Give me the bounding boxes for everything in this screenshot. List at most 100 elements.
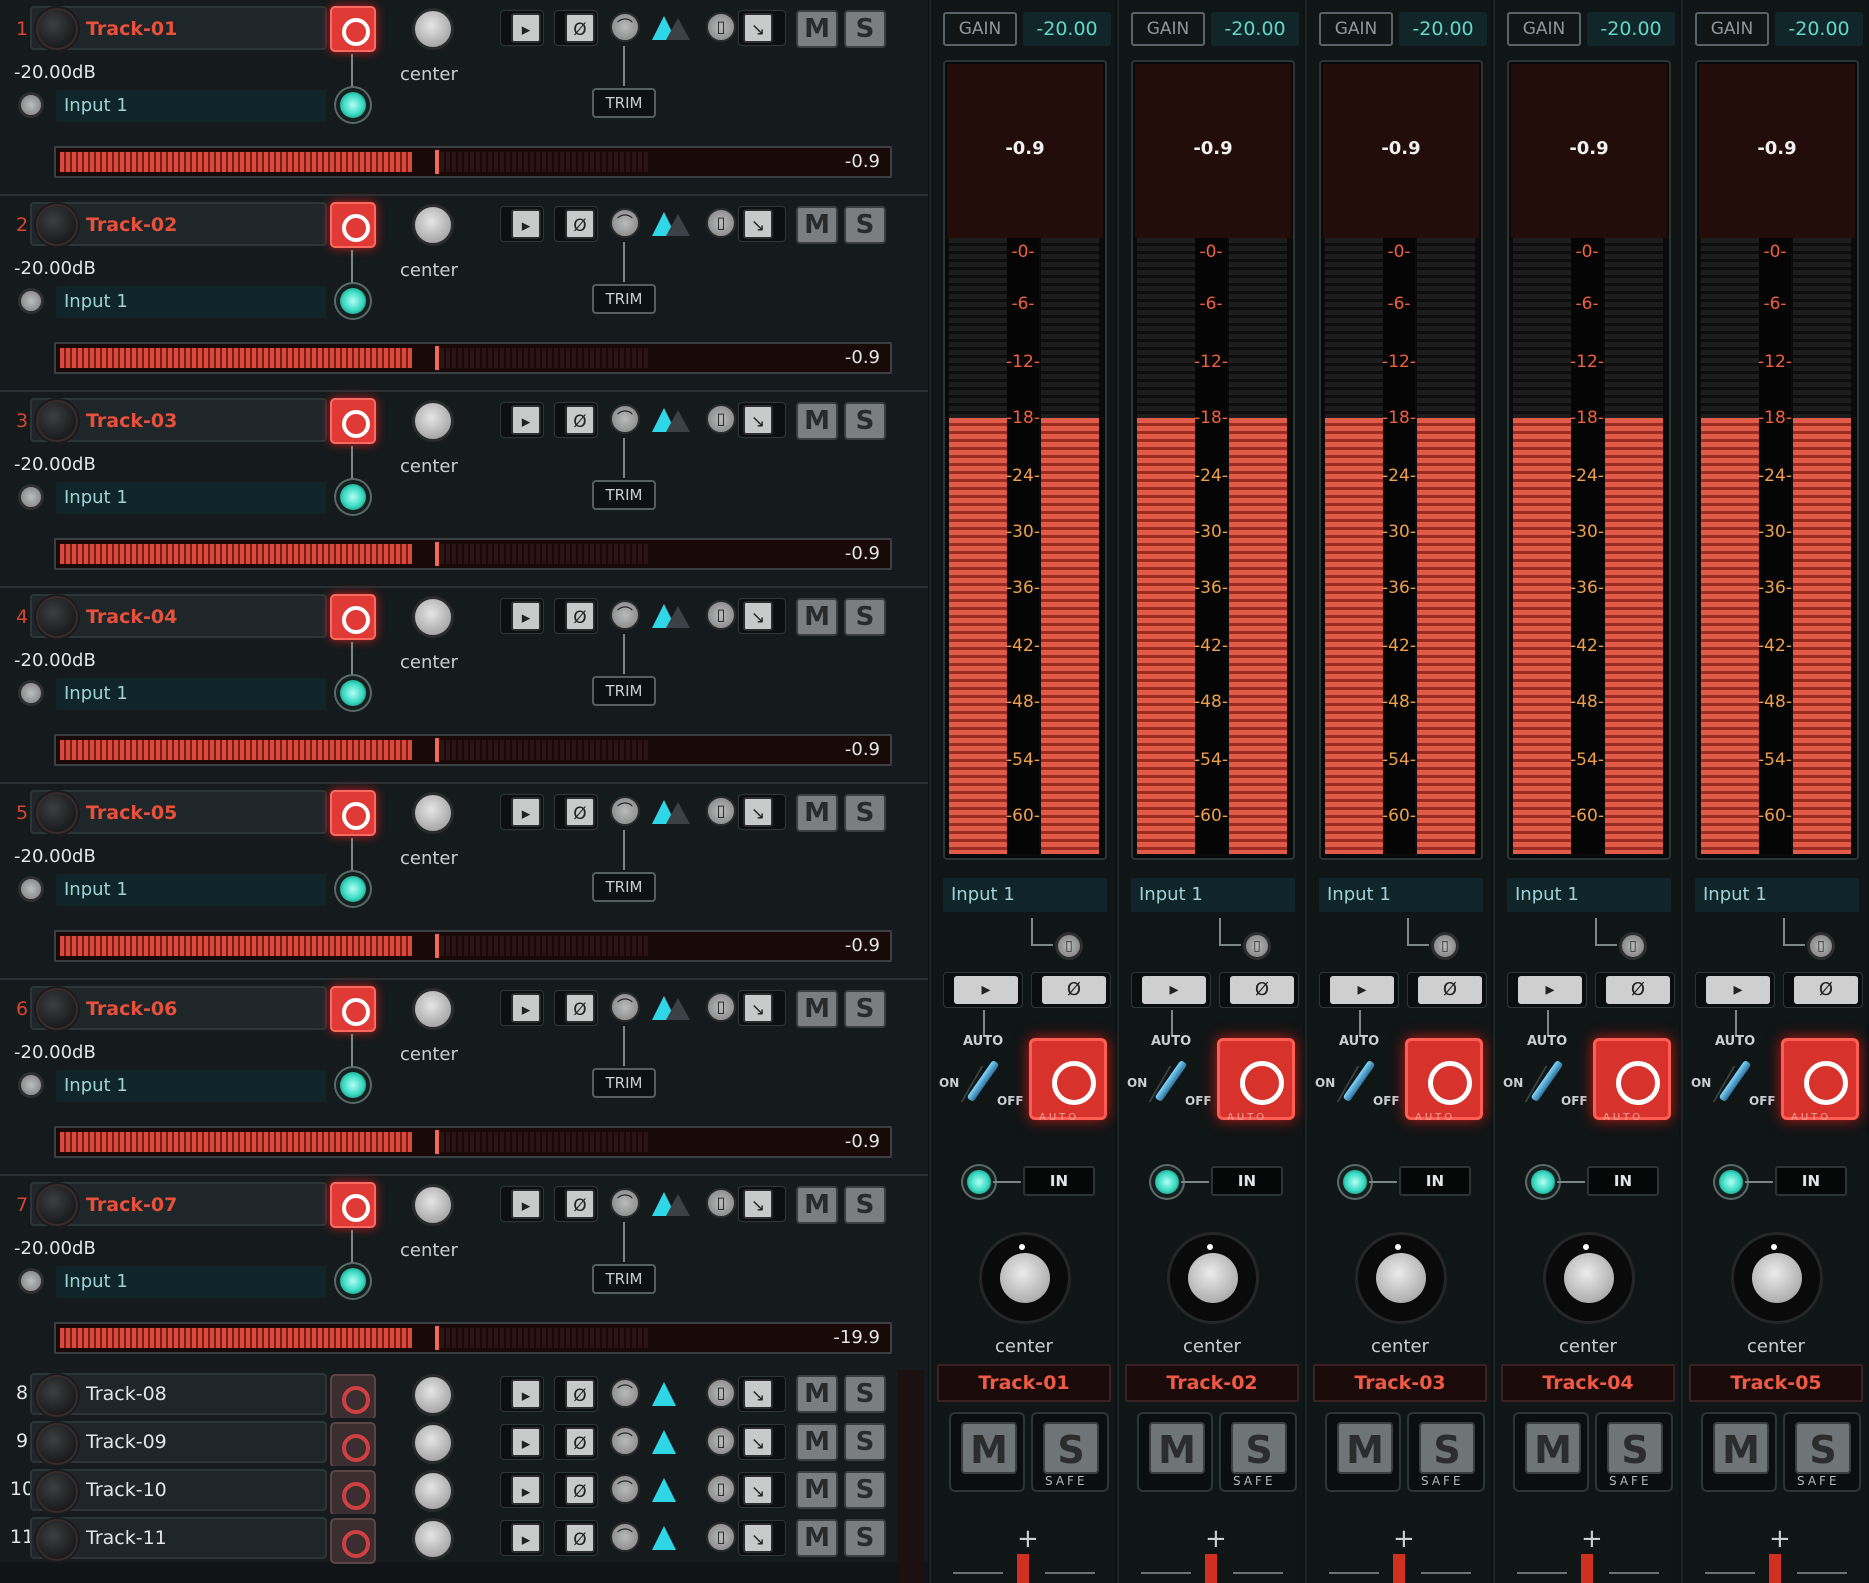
track-color-knob[interactable] xyxy=(36,204,78,246)
curve-icon[interactable]: ↘ xyxy=(743,1523,773,1553)
automation-read-icon[interactable] xyxy=(652,1478,676,1502)
input-monitor-led[interactable] xyxy=(1155,1170,1179,1194)
speaker-icon[interactable]: ▸ xyxy=(1706,976,1770,1004)
insert-in-button[interactable]: IN xyxy=(1775,1166,1847,1196)
pan-knob[interactable] xyxy=(412,1374,454,1416)
phase-invert-button[interactable]: Ø xyxy=(565,1189,595,1219)
solo-button[interactable]: S xyxy=(1607,1422,1663,1474)
input-gain-knob[interactable]: ▯ xyxy=(706,796,736,826)
mute-button[interactable]: M xyxy=(796,10,838,48)
curve-icon[interactable]: ↘ xyxy=(743,13,773,43)
speaker-icon[interactable]: ▸ xyxy=(511,1523,541,1553)
pan-knob[interactable] xyxy=(412,1184,454,1226)
pan-knob[interactable] xyxy=(1355,1232,1447,1324)
phase-invert-button[interactable]: Ø xyxy=(1794,976,1858,1004)
curve-icon[interactable]: ↘ xyxy=(743,1475,773,1505)
pan-knob[interactable] xyxy=(1731,1232,1823,1324)
record-arm-button[interactable] xyxy=(330,790,376,836)
phase-invert-button[interactable]: Ø xyxy=(1230,976,1294,1004)
input-gain-knob[interactable]: ▯ xyxy=(706,600,736,630)
record-arm-button[interactable] xyxy=(1029,1038,1107,1120)
mute-button[interactable]: M xyxy=(796,1186,838,1224)
record-arm-button[interactable] xyxy=(330,986,376,1032)
solo-button[interactable]: S xyxy=(844,10,886,48)
input-monitor-led[interactable] xyxy=(1343,1170,1367,1194)
automation-knob[interactable]: ⌒ xyxy=(610,1426,640,1456)
input-trim-knob[interactable]: ▯ xyxy=(1055,932,1083,960)
input-trim-knob[interactable]: ▯ xyxy=(1807,932,1835,960)
pan-knob[interactable] xyxy=(412,792,454,834)
peak-display[interactable]: -0.9 xyxy=(1511,64,1667,238)
pan-knob[interactable] xyxy=(412,204,454,246)
record-arm-button[interactable] xyxy=(330,1470,376,1516)
curve-icon[interactable]: ↘ xyxy=(743,405,773,435)
solo-button[interactable]: S xyxy=(1795,1422,1851,1474)
solo-button[interactable]: S xyxy=(1419,1422,1475,1474)
record-arm-button[interactable] xyxy=(1405,1038,1483,1120)
automation-knob[interactable]: ⌒ xyxy=(610,12,640,42)
mute-button[interactable]: M xyxy=(1713,1422,1769,1474)
record-arm-button[interactable] xyxy=(330,1182,376,1228)
curve-icon[interactable]: ↘ xyxy=(743,601,773,631)
track-color-knob[interactable] xyxy=(36,1375,78,1417)
record-arm-button[interactable] xyxy=(330,398,376,444)
mute-button[interactable]: M xyxy=(796,990,838,1028)
mute-button[interactable]: M xyxy=(796,1519,838,1557)
volume-fader-handle[interactable] xyxy=(1393,1554,1405,1583)
automation-knob[interactable]: ⌒ xyxy=(610,1522,640,1552)
gain-value[interactable]: -20.00 xyxy=(1399,12,1487,46)
automation-knob[interactable]: ⌒ xyxy=(610,1474,640,1504)
channel-name[interactable]: Track-04 xyxy=(1501,1364,1675,1402)
pan-knob[interactable] xyxy=(1543,1232,1635,1324)
automation-read-icon[interactable] xyxy=(652,1382,676,1406)
track-name[interactable]: Track-04 xyxy=(86,606,177,628)
track-name[interactable]: Track-03 xyxy=(86,410,177,432)
input-trim-knob[interactable] xyxy=(18,1268,44,1294)
record-arm-button[interactable] xyxy=(330,6,376,52)
trim-button[interactable]: TRIM xyxy=(592,872,656,902)
mute-button[interactable]: M xyxy=(1149,1422,1205,1474)
input-selector[interactable]: Input 1 xyxy=(1319,878,1483,912)
track-name[interactable]: Track-07 xyxy=(86,1194,177,1216)
phase-invert-button[interactable]: Ø xyxy=(565,1427,595,1457)
track-color-knob[interactable] xyxy=(36,792,78,834)
input-gain-knob[interactable]: ▯ xyxy=(706,1522,736,1552)
mute-button[interactable]: M xyxy=(796,1471,838,1509)
track-name[interactable]: Track-06 xyxy=(86,998,177,1020)
phase-invert-button[interactable]: Ø xyxy=(565,797,595,827)
input-selector[interactable]: Input 1 xyxy=(1131,878,1295,912)
phase-invert-button[interactable]: Ø xyxy=(565,1379,595,1409)
speaker-icon[interactable]: ▸ xyxy=(511,1189,541,1219)
input-monitor-led[interactable] xyxy=(340,1268,366,1294)
speaker-icon[interactable]: ▸ xyxy=(1330,976,1394,1004)
peak-display[interactable]: -0.9 xyxy=(1135,64,1291,238)
curve-icon[interactable]: ↘ xyxy=(743,1189,773,1219)
input-trim-knob[interactable]: ▯ xyxy=(1619,932,1647,960)
track-name[interactable]: Track-05 xyxy=(86,802,177,824)
record-arm-button[interactable] xyxy=(330,202,376,248)
mute-button[interactable]: M xyxy=(796,206,838,244)
input-gain-knob[interactable]: ▯ xyxy=(706,1426,736,1456)
phase-invert-button[interactable]: Ø xyxy=(565,209,595,239)
channel-name[interactable]: Track-02 xyxy=(1125,1364,1299,1402)
curve-icon[interactable]: ↘ xyxy=(743,1427,773,1457)
input-monitor-led[interactable] xyxy=(340,484,366,510)
insert-in-button[interactable]: IN xyxy=(1023,1166,1095,1196)
mute-button[interactable]: M xyxy=(796,794,838,832)
solo-button[interactable]: S xyxy=(844,1471,886,1509)
input-selector[interactable]: Input 1 xyxy=(1507,878,1671,912)
speaker-icon[interactable]: ▸ xyxy=(954,976,1018,1004)
scroll-rail[interactable] xyxy=(898,1370,924,1583)
track-name[interactable]: Track-01 xyxy=(86,18,177,40)
input-gain-knob[interactable]: ▯ xyxy=(706,1378,736,1408)
trim-button[interactable]: TRIM xyxy=(592,1264,656,1294)
automation-knob[interactable]: ⌒ xyxy=(610,992,640,1022)
peak-display[interactable]: -0.9 xyxy=(1699,64,1855,238)
input-monitor-led[interactable] xyxy=(1531,1170,1555,1194)
mute-button[interactable]: M xyxy=(796,598,838,636)
phase-invert-button[interactable]: Ø xyxy=(1606,976,1670,1004)
input-monitor-led[interactable] xyxy=(1719,1170,1743,1194)
automation-knob[interactable]: ⌒ xyxy=(610,796,640,826)
input-monitor-led[interactable] xyxy=(967,1170,991,1194)
input-monitor-led[interactable] xyxy=(340,1072,366,1098)
